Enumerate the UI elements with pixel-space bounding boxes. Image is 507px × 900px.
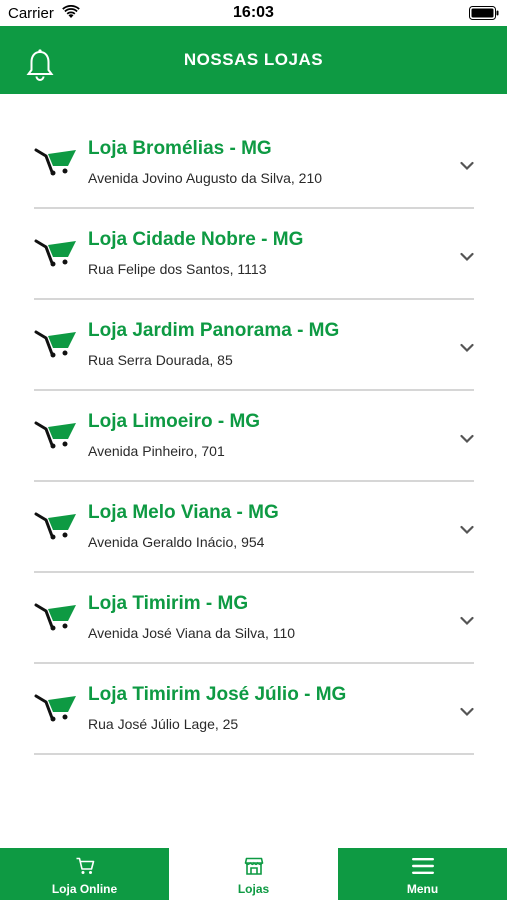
store-list-item[interactable]: Loja Jardim Panorama - MG Rua Serra Dour… [34,300,474,391]
store-address: Rua Serra Dourada, 85 [88,352,233,368]
cart-icon [75,856,95,876]
store-address: Rua José Júlio Lage, 25 [88,716,239,732]
store-list-item[interactable]: Loja Bromélias - MG Avenida Jovino Augus… [34,118,474,209]
shopping-cart-logo-icon [34,235,78,267]
store-list-item[interactable]: Loja Timirim - MG Avenida José Viana da … [34,573,474,664]
store-address: Avenida Jovino Augusto da Silva, 210 [88,170,323,186]
store-name: Loja Jardim Panorama - MG [88,320,340,341]
app-screen: Carrier 16:03 NOSSAS LOJAS Loja Bromélia… [0,0,507,900]
store-name: Loja Cidade Nobre - MG [88,229,304,250]
chevron-down-icon [460,613,474,626]
store-list-item[interactable]: Loja Limoeiro - MG Avenida Pinheiro, 701 [34,391,474,482]
tab-label: Lojas [237,882,270,896]
chevron-down-icon [460,340,474,353]
bottom-tab-bar: Loja Online Lojas Menu [0,848,507,900]
store-address: Rua Felipe dos Santos, 1113 [88,261,267,277]
app-header: NOSSAS LOJAS [0,26,507,94]
status-bar: Carrier 16:03 [0,0,507,26]
shopping-cart-logo-icon [34,508,78,540]
chevron-down-icon [460,158,474,171]
tab-label: Menu [406,882,439,896]
menu-icon [411,856,435,876]
tab-loja-online[interactable]: Loja Online [0,848,169,900]
battery-icon [469,6,499,25]
chevron-down-icon [460,431,474,444]
chevron-down-icon [460,704,474,717]
shopping-cart-logo-icon [34,690,78,722]
store-list-item[interactable]: Loja Cidade Nobre - MG Rua Felipe dos Sa… [34,209,474,300]
store-name: Loja Melo Viana - MG [88,502,279,523]
store-address: Avenida Pinheiro, 701 [88,443,225,459]
chevron-down-icon [460,522,474,535]
shopping-cart-logo-icon [34,144,78,176]
store-name: Loja Timirim José Júlio - MG [88,684,347,705]
page-title: NOSSAS LOJAS [183,50,324,69]
shopping-cart-logo-icon [34,417,78,449]
shopping-cart-logo-icon [34,599,78,631]
store-icon [244,856,264,876]
store-address: Avenida José Viana da Silva, 110 [88,625,296,641]
shopping-cart-logo-icon [34,326,78,358]
store-list-item[interactable]: Loja Timirim José Júlio - MG Rua José Jú… [34,664,474,755]
clock-label: 16:03 [233,4,274,21]
store-name: Loja Limoeiro - MG [88,411,261,432]
tab-menu[interactable]: Menu [338,848,507,900]
store-list: Loja Bromélias - MG Avenida Jovino Augus… [34,118,474,755]
tab-lojas[interactable]: Lojas [169,848,338,900]
chevron-down-icon [460,249,474,262]
store-address: Avenida Geraldo Inácio, 954 [88,534,265,550]
store-name: Loja Timirim - MG [88,593,249,614]
tab-label: Loja Online [51,882,118,896]
store-name: Loja Bromélias - MG [88,138,272,159]
store-list-item[interactable]: Loja Melo Viana - MG Avenida Geraldo Iná… [34,482,474,573]
